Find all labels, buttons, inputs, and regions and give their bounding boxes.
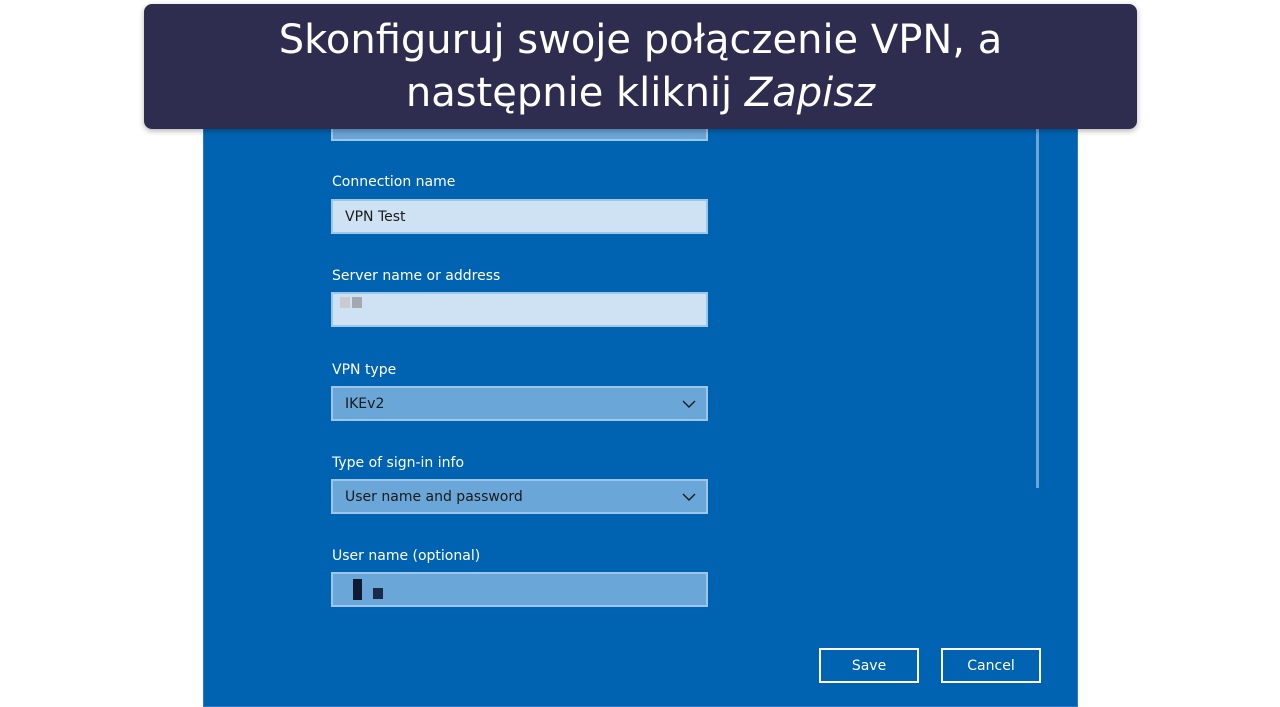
connection-name-value: VPN Test [345, 208, 406, 225]
connection-name-label: Connection name [332, 174, 456, 190]
save-button[interactable]: Save [819, 648, 919, 683]
sign-in-type-label: Type of sign-in info [332, 455, 465, 471]
redacted-text-block [352, 297, 362, 308]
instruction-banner: Skonfiguruj swoje połączenie VPN, a nast… [144, 4, 1137, 129]
server-address-label: Server name or address [332, 268, 501, 284]
sign-in-type-value: User name and password [345, 488, 523, 505]
user-name-input[interactable] [331, 572, 708, 607]
chevron-down-icon [682, 400, 696, 408]
vpn-type-select[interactable]: IKEv2 [331, 386, 708, 421]
chevron-down-icon [682, 493, 696, 501]
sign-in-type-select[interactable]: User name and password [331, 479, 708, 514]
banner-emphasis: Zapisz [744, 70, 876, 116]
banner-line-1: Skonfiguruj swoje połączenie VPN, a [278, 17, 1003, 63]
server-address-input[interactable] [331, 292, 708, 327]
redacted-text-block [353, 579, 362, 600]
redacted-text-block [340, 297, 350, 308]
redacted-text-block [373, 588, 383, 599]
scrollbar[interactable] [1036, 118, 1039, 488]
user-name-label: User name (optional) [332, 548, 481, 564]
vpn-type-value: IKEv2 [345, 395, 385, 412]
cancel-button[interactable]: Cancel [941, 648, 1041, 683]
vpn-type-label: VPN type [332, 362, 397, 378]
connection-name-input[interactable]: VPN Test [331, 199, 708, 234]
banner-line-2: następnie kliknij Zapisz [144, 67, 1137, 120]
banner-line-2-text: następnie kliknij [405, 70, 745, 116]
